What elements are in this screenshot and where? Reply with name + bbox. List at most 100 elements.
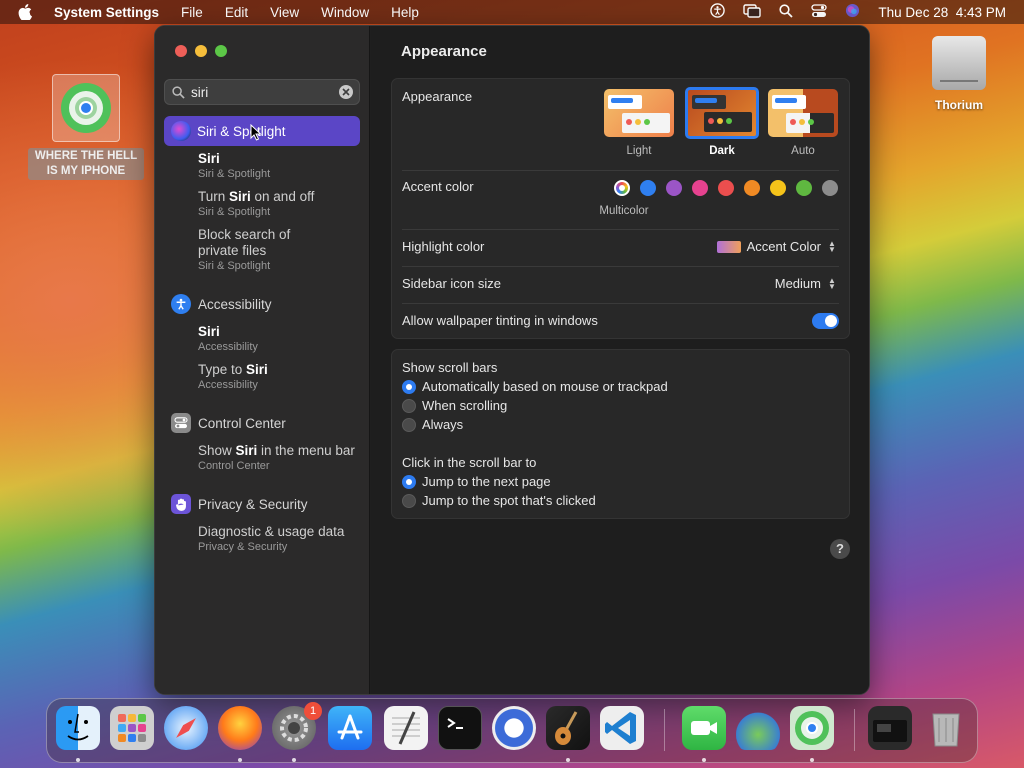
jump-to-spot-radio[interactable]: Jump to the spot that's clicked: [402, 493, 596, 508]
chromium-icon[interactable]: [492, 706, 536, 750]
scroll-auto-radio[interactable]: Automatically based on mouse or trackpad: [402, 379, 668, 394]
highlight-color-label: Highlight color: [402, 239, 485, 254]
search-result[interactable]: Show Siri in the menu bar Control Center: [198, 443, 363, 473]
desktop-thorium-drive[interactable]: Thorium: [924, 36, 994, 112]
accent-yellow-swatch[interactable]: [770, 180, 786, 196]
divider: [402, 303, 839, 304]
garageband-icon[interactable]: [546, 706, 590, 750]
divider: [402, 229, 839, 230]
divider: [402, 266, 839, 267]
accent-red-swatch[interactable]: [718, 180, 734, 196]
facetime-icon[interactable]: [682, 706, 726, 750]
scroll-bars-card: Show scroll bars Automatically based on …: [391, 349, 850, 519]
findmy-icon[interactable]: [790, 706, 834, 750]
appearance-auto-option[interactable]: [768, 89, 838, 137]
running-indicator: [702, 758, 706, 762]
safari-icon[interactable]: [164, 706, 208, 750]
help-button[interactable]: ?: [830, 539, 850, 559]
search-result[interactable]: Siri Accessibility: [198, 324, 363, 354]
clear-search-icon[interactable]: [339, 85, 353, 99]
thorium-label: Thorium: [935, 98, 983, 112]
accent-color-label: Accent color: [402, 179, 474, 194]
accent-blue-swatch[interactable]: [640, 180, 656, 196]
menu-help[interactable]: Help: [391, 5, 419, 20]
running-indicator: [238, 758, 242, 762]
accent-purple-swatch[interactable]: [666, 180, 682, 196]
scroll-always-radio[interactable]: Always: [402, 417, 463, 432]
content-pane: Appearance Appearance Light Dark Auto Ac…: [371, 26, 869, 694]
divider: [402, 170, 839, 171]
siri-icon[interactable]: [845, 3, 860, 21]
search-input[interactable]: siri: [191, 85, 208, 100]
highlight-color-popup[interactable]: Accent Color ▲ ▼: [716, 239, 837, 254]
app-store-icon[interactable]: [328, 706, 372, 750]
close-button[interactable]: [175, 45, 187, 57]
vscode-icon[interactable]: [600, 706, 644, 750]
search-result[interactable]: Siri Siri & Spotlight: [198, 151, 363, 181]
sidebar-item-siri-spotlight[interactable]: Siri & Spotlight: [164, 116, 360, 146]
firefox-icon[interactable]: [218, 706, 262, 750]
control-center-icon: [171, 413, 191, 433]
appearance-dark-option[interactable]: [685, 87, 759, 139]
appearance-light-option[interactable]: [604, 89, 674, 137]
dock-separator: [664, 709, 665, 751]
launchpad-icon[interactable]: [110, 706, 154, 750]
mouse-cursor-icon: [250, 123, 262, 144]
control-center-icon[interactable]: [811, 3, 828, 21]
finder-icon[interactable]: [56, 706, 100, 750]
hand-icon: [171, 494, 191, 514]
menu-bar-clock[interactable]: Thu Dec 28 4:43 PM: [878, 5, 1006, 20]
apple-menu-icon[interactable]: [18, 4, 40, 20]
wallpaper-tinting-toggle[interactable]: [812, 313, 839, 329]
jump-next-page-radio[interactable]: Jump to the next page: [402, 474, 551, 489]
sidebar-item-control-center[interactable]: Control Center: [171, 413, 286, 433]
sidebar: siri Siri & Spotlight Siri Siri & Spotli…: [155, 26, 370, 694]
dock-separator: [854, 709, 855, 751]
running-indicator: [810, 758, 814, 762]
search-result[interactable]: Diagnostic & usage data Privacy & Securi…: [198, 524, 363, 554]
app-icon[interactable]: [736, 706, 780, 750]
notification-badge: 1: [304, 702, 322, 720]
search-result[interactable]: Type to Siri Accessibility: [198, 362, 363, 392]
siri-icon: [171, 121, 191, 141]
accent-selected-name: Multicolor: [599, 205, 649, 217]
accessibility-icon[interactable]: [710, 3, 726, 21]
sidebar-icon-size-label: Sidebar icon size: [402, 276, 501, 291]
terminal-icon[interactable]: [438, 706, 482, 750]
accent-graphite-swatch[interactable]: [822, 180, 838, 196]
external-drive-icon: [932, 36, 986, 90]
downloads-folder-icon[interactable]: [868, 706, 912, 750]
scroll-when-scrolling-radio[interactable]: When scrolling: [402, 398, 507, 413]
menu-file[interactable]: File: [181, 5, 203, 20]
menu-edit[interactable]: Edit: [225, 5, 248, 20]
minimize-button[interactable]: [195, 45, 207, 57]
accent-orange-swatch[interactable]: [744, 180, 760, 196]
system-settings-window: siri Siri & Spotlight Siri Siri & Spotli…: [154, 25, 870, 695]
spotlight-icon[interactable]: [779, 3, 794, 21]
sidebar-item-privacy-security[interactable]: Privacy & Security: [171, 494, 308, 514]
search-field[interactable]: siri: [164, 79, 360, 105]
accent-pink-swatch[interactable]: [692, 180, 708, 196]
desktop-findmy-alias[interactable]: WHERE THE HELL IS MY IPHONE: [28, 74, 144, 180]
menu-app-name[interactable]: System Settings: [54, 5, 159, 20]
findmy-alias-label: WHERE THE HELL IS MY IPHONE: [28, 148, 144, 180]
sidebar-item-label: Siri & Spotlight: [197, 123, 286, 139]
accent-green-swatch[interactable]: [796, 180, 812, 196]
stepper-chevrons-icon: ▲ ▼: [828, 275, 836, 291]
accent-multicolor-swatch[interactable]: [614, 180, 630, 196]
trash-icon[interactable]: [924, 706, 968, 750]
menu-view[interactable]: View: [270, 5, 299, 20]
menu-window[interactable]: Window: [321, 5, 369, 20]
page-title: Appearance: [401, 43, 487, 60]
menu-bar: System Settings File Edit View Window He…: [0, 0, 1024, 24]
sidebar-icon-size-popup[interactable]: Medium ▲ ▼: [775, 276, 837, 291]
search-result[interactable]: Turn Siri on and off Siri & Spotlight: [198, 189, 363, 219]
running-indicator: [292, 758, 296, 762]
search-result[interactable]: Block search of private files Siri & Spo…: [198, 227, 363, 273]
sidebar-item-accessibility[interactable]: Accessibility: [171, 294, 272, 314]
show-scroll-bars-label: Show scroll bars: [402, 360, 498, 375]
findmy-icon: [52, 74, 120, 142]
textedit-icon[interactable]: [384, 706, 428, 750]
zoom-button[interactable]: [215, 45, 227, 57]
screen-mirroring-icon[interactable]: [743, 3, 762, 21]
